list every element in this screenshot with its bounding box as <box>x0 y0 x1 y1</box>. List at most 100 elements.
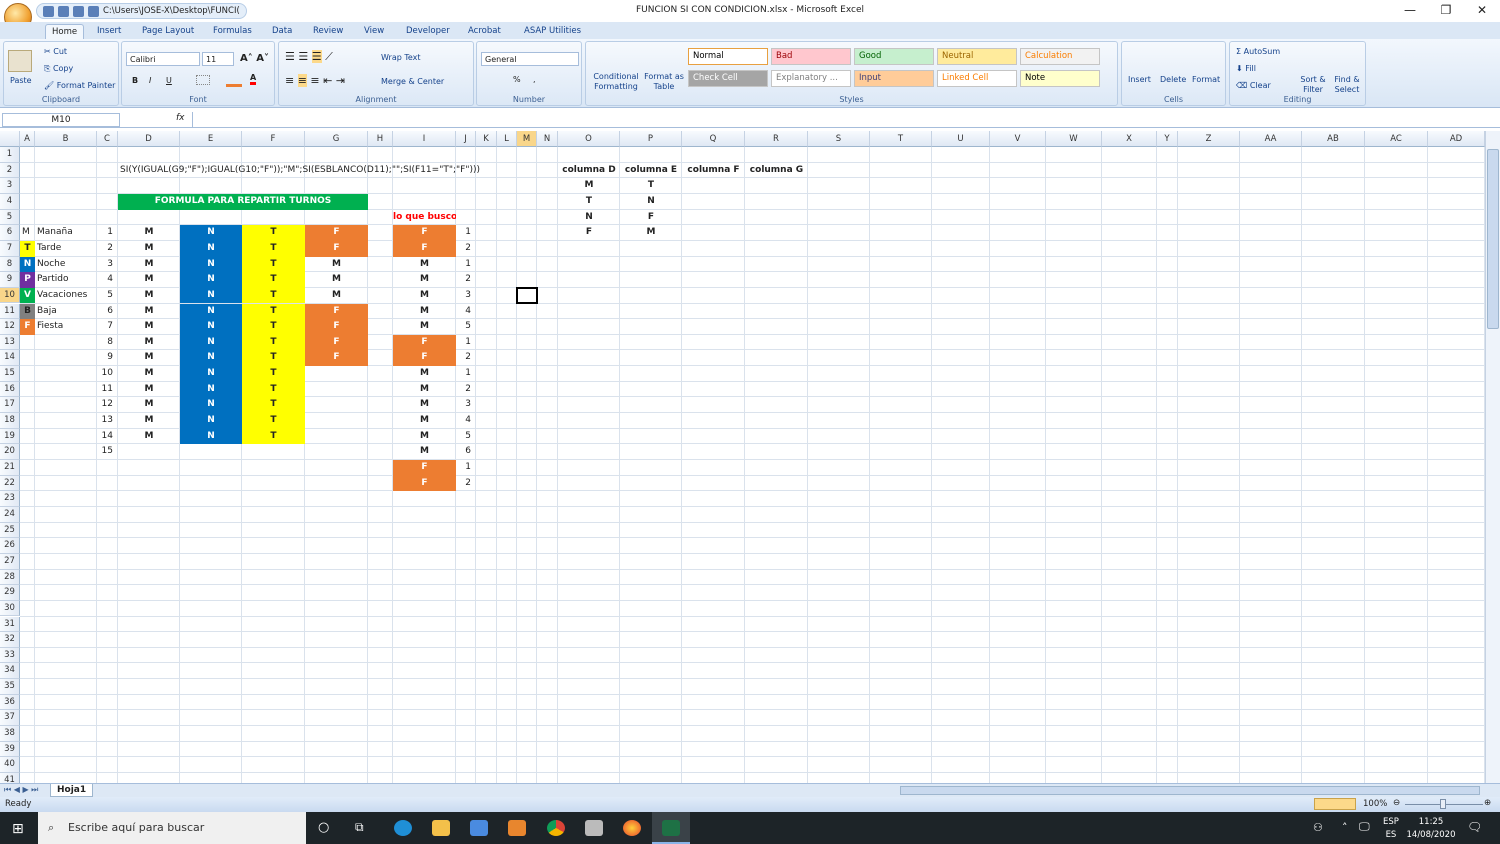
cell-D11[interactable]: M <box>118 304 180 320</box>
cell-C10[interactable]: 5 <box>97 288 118 304</box>
select-all-button[interactable] <box>0 131 20 147</box>
cell-J22[interactable]: 2 <box>456 476 476 492</box>
cell-F8[interactable]: T <box>242 256 305 273</box>
cell-J11[interactable]: 4 <box>456 304 476 320</box>
cell-R2[interactable]: columna G <box>745 163 808 179</box>
cell-D15[interactable]: M <box>118 366 180 382</box>
column-header-AB[interactable]: AB <box>1302 131 1365 147</box>
people-icon[interactable]: ⚇ <box>1313 821 1323 834</box>
italic-button[interactable]: I <box>149 76 151 85</box>
row-header-26[interactable]: 26 <box>0 538 20 554</box>
find-select-button[interactable]: Find & Select <box>1330 75 1364 95</box>
row-header-32[interactable]: 32 <box>0 632 20 648</box>
cell-C9[interactable]: 4 <box>97 272 118 288</box>
row-header-25[interactable]: 25 <box>0 522 20 539</box>
column-header-Q[interactable]: Q <box>682 131 745 147</box>
cell-I11[interactable]: M <box>393 304 456 320</box>
task-view-icon[interactable]: ⧉ <box>355 820 364 835</box>
underline-button[interactable]: U <box>166 76 172 85</box>
insert-cells-button[interactable]: Insert <box>1128 75 1151 84</box>
cell-A8[interactable]: N <box>20 256 35 273</box>
firefox-icon[interactable] <box>623 820 641 836</box>
chevron-up-icon[interactable]: ˄ <box>1342 821 1348 834</box>
font-size-select[interactable]: 11 <box>202 52 234 66</box>
cell-E14[interactable]: N <box>180 350 242 367</box>
column-header-I[interactable]: I <box>393 131 456 147</box>
font-name-select[interactable]: Calibri <box>126 52 200 66</box>
column-header-E[interactable]: E <box>180 131 242 147</box>
cell-style-input[interactable]: Input <box>854 70 934 87</box>
cell-E7[interactable]: N <box>180 240 242 257</box>
column-header-S[interactable]: S <box>808 131 870 147</box>
column-header-D[interactable]: D <box>118 131 180 147</box>
column-header-L[interactable]: L <box>497 131 517 147</box>
column-header-Y[interactable]: Y <box>1157 131 1178 147</box>
cell-C12[interactable]: 7 <box>97 319 118 335</box>
row-header-17[interactable]: 17 <box>0 397 20 414</box>
cell-C14[interactable]: 9 <box>97 350 118 366</box>
taskbar-search[interactable]: ⌕ Escribe aquí para buscar <box>38 812 306 844</box>
cell-I21[interactable]: F <box>393 460 456 476</box>
cell-A9[interactable]: P <box>20 272 35 288</box>
cell-I10[interactable]: M <box>393 288 456 304</box>
cell-J20[interactable]: 6 <box>456 444 476 460</box>
column-header-AC[interactable]: AC <box>1365 131 1428 147</box>
cell-O6[interactable]: F <box>558 225 620 241</box>
cell-C16[interactable]: 11 <box>97 382 118 398</box>
row-header-1[interactable]: 1 <box>0 147 20 163</box>
cell-J6[interactable]: 1 <box>456 225 476 241</box>
cell-I18[interactable]: M <box>393 413 456 429</box>
row-header-30[interactable]: 30 <box>0 600 20 617</box>
row-header-37[interactable]: 37 <box>0 710 20 727</box>
cell-F7[interactable]: T <box>242 240 305 257</box>
column-header-T[interactable]: T <box>870 131 932 147</box>
copy-button[interactable]: ⎘ Copy <box>44 64 73 74</box>
cell-F17[interactable]: T <box>242 397 305 414</box>
row-header-8[interactable]: 8 <box>0 256 20 273</box>
tab-insert[interactable]: Insert <box>91 24 127 38</box>
cell-I15[interactable]: M <box>393 366 456 382</box>
cell-F9[interactable]: T <box>242 272 305 288</box>
cell-B12[interactable]: Fiesta <box>35 319 97 335</box>
cell-J16[interactable]: 2 <box>456 382 476 398</box>
notifications-icon[interactable]: 🗨 <box>1467 820 1482 834</box>
cell-D4[interactable]: FORMULA PARA REPARTIR TURNOS <box>118 193 368 210</box>
cell-style-bad[interactable]: Bad <box>771 48 851 65</box>
zoom-in-button[interactable]: ⊕ <box>1484 798 1491 808</box>
cell-P6[interactable]: M <box>620 225 682 241</box>
column-header-X[interactable]: X <box>1102 131 1157 147</box>
cell-A11[interactable]: B <box>20 303 35 320</box>
row-header-5[interactable]: 5 <box>0 209 20 226</box>
row-header-3[interactable]: 3 <box>0 178 20 194</box>
store-icon[interactable] <box>470 820 488 836</box>
row-header-15[interactable]: 15 <box>0 366 20 382</box>
cell-D19[interactable]: M <box>118 429 180 445</box>
cell-style-neutral[interactable]: Neutral <box>937 48 1017 65</box>
cell-D18[interactable]: M <box>118 413 180 429</box>
media-player-icon[interactable] <box>508 820 526 836</box>
cell-style-normal[interactable]: Normal <box>688 48 768 65</box>
file-explorer-icon[interactable] <box>432 820 450 836</box>
cell-F14[interactable]: T <box>242 350 305 367</box>
cell-E18[interactable]: N <box>180 413 242 429</box>
cell-D8[interactable]: M <box>118 257 180 273</box>
cell-J13[interactable]: 1 <box>456 335 476 351</box>
row-header-39[interactable]: 39 <box>0 741 20 758</box>
cell-I8[interactable]: M <box>393 257 456 273</box>
cell-G9[interactable]: M <box>305 272 368 288</box>
fx-button[interactable]: fx <box>176 113 185 123</box>
row-header-34[interactable]: 34 <box>0 663 20 680</box>
network-icon[interactable]: 🖵 <box>1359 820 1370 834</box>
column-header-Z[interactable]: Z <box>1178 131 1240 147</box>
spreadsheet-grid[interactable]: A B C D E F G H I J K L M N O P Q R S T U V W X Y Z AA AB AC AD 1 2 3 4 5 6… <box>0 131 1485 783</box>
cell-J15[interactable]: 1 <box>456 366 476 382</box>
row-header-22[interactable]: 22 <box>0 475 20 492</box>
cell-style-explanatory-[interactable]: Explanatory ... <box>771 70 851 87</box>
cell-G10[interactable]: M <box>305 288 368 304</box>
cell-C17[interactable]: 12 <box>97 397 118 413</box>
view-buttons[interactable] <box>1314 798 1356 810</box>
cell-I5[interactable]: lo que busco <box>393 210 456 226</box>
close-button[interactable]: ✕ <box>1464 0 1500 20</box>
cell-C20[interactable]: 15 <box>97 444 118 460</box>
row-header-19[interactable]: 19 <box>0 428 20 445</box>
